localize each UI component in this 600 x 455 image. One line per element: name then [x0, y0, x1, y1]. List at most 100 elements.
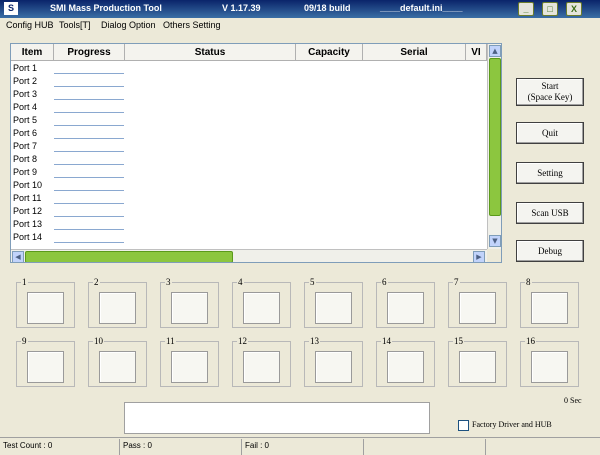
- scroll-left-icon[interactable]: ◀: [12, 251, 24, 262]
- progress-bar: [54, 219, 124, 230]
- port-name: Port 14: [13, 232, 43, 242]
- port-slot: 16: [520, 336, 579, 387]
- port-status-button[interactable]: [387, 351, 424, 383]
- app-icon: S: [4, 2, 18, 15]
- message-box: [124, 402, 430, 434]
- column-capacity[interactable]: Capacity: [296, 44, 363, 61]
- progress-bar: [54, 180, 124, 191]
- debug-button[interactable]: Debug: [516, 240, 584, 262]
- table-row[interactable]: Port 9: [11, 166, 491, 179]
- column-item[interactable]: Item: [11, 44, 54, 61]
- vertical-scrollbar[interactable]: ▲ ▼: [487, 44, 501, 249]
- port-status-button[interactable]: [387, 292, 424, 324]
- close-button[interactable]: X: [566, 2, 582, 16]
- port-slot: 2: [88, 277, 147, 328]
- port-status-button[interactable]: [171, 351, 208, 383]
- port-slot: 1: [16, 277, 75, 328]
- version-label: V 1.17.39: [222, 3, 261, 13]
- progress-bar: [54, 102, 124, 113]
- scroll-right-icon[interactable]: ▶: [473, 251, 485, 262]
- port-name: Port 9: [13, 167, 38, 177]
- progress-bar: [54, 154, 124, 165]
- status-cell-4: [364, 439, 486, 455]
- port-name: Port 13: [13, 219, 43, 229]
- setting-button[interactable]: Setting: [516, 162, 584, 184]
- port-status-button[interactable]: [315, 351, 352, 383]
- table-row[interactable]: Port 5: [11, 114, 491, 127]
- port-number: 7: [453, 277, 460, 287]
- port-name: Port 11: [13, 193, 42, 203]
- table-row[interactable]: Port 2: [11, 75, 491, 88]
- port-name: Port 3: [13, 89, 38, 99]
- column-progress[interactable]: Progress: [54, 44, 125, 61]
- menu-tools[interactable]: Tools[T]: [59, 20, 91, 30]
- port-status-button[interactable]: [459, 292, 496, 324]
- table-row[interactable]: Port 6: [11, 127, 491, 140]
- scroll-down-icon[interactable]: ▼: [489, 235, 501, 247]
- port-status-button[interactable]: [27, 292, 64, 324]
- port-number: 6: [381, 277, 388, 287]
- progress-bar: [54, 76, 124, 87]
- progress-bar: [54, 141, 124, 152]
- scan-usb-button[interactable]: Scan USB: [516, 202, 584, 224]
- port-number: 1: [21, 277, 28, 287]
- column-vid[interactable]: VI: [466, 44, 487, 61]
- pass-count: Pass : 0: [120, 439, 242, 455]
- port-slot: 10: [88, 336, 147, 387]
- table-row[interactable]: Port 3: [11, 88, 491, 101]
- scroll-up-icon[interactable]: ▲: [489, 45, 501, 57]
- start-button[interactable]: Start (Space Key): [516, 78, 584, 106]
- port-number: 4: [237, 277, 244, 287]
- port-slot: 9: [16, 336, 75, 387]
- port-status-button[interactable]: [459, 351, 496, 383]
- minimize-button[interactable]: _: [518, 2, 534, 16]
- port-name: Port 1: [13, 63, 38, 73]
- window-title: SMI Mass Production Tool: [50, 3, 162, 13]
- port-slot: 3: [160, 277, 219, 328]
- port-status-button[interactable]: [531, 351, 568, 383]
- table-row[interactable]: Port 11: [11, 192, 491, 205]
- port-slot: 6: [376, 277, 435, 328]
- maximize-button[interactable]: □: [542, 2, 558, 16]
- port-status-button[interactable]: [171, 292, 208, 324]
- port-status-button[interactable]: [243, 292, 280, 324]
- table-row[interactable]: Port 12: [11, 205, 491, 218]
- menu-others-setting[interactable]: Others Setting: [163, 20, 221, 30]
- port-slot: 14: [376, 336, 435, 387]
- quit-button[interactable]: Quit: [516, 122, 584, 144]
- table-row[interactable]: Port 7: [11, 140, 491, 153]
- port-status-button[interactable]: [243, 351, 280, 383]
- start-button-label: Start: [541, 81, 559, 91]
- factory-driver-checkbox[interactable]: [458, 420, 469, 431]
- table-row[interactable]: Port 14: [11, 231, 491, 244]
- title-bar[interactable]: S SMI Mass Production Tool V 1.17.39 09/…: [0, 0, 600, 18]
- port-name: Port 5: [13, 115, 38, 125]
- table-row[interactable]: Port 10: [11, 179, 491, 192]
- port-number: 15: [453, 336, 464, 346]
- vertical-scroll-thumb[interactable]: [489, 58, 501, 216]
- horizontal-scroll-thumb[interactable]: [25, 251, 233, 262]
- elapsed-time: 0 Sec: [564, 396, 582, 405]
- table-row[interactable]: Port 13: [11, 218, 491, 231]
- port-number: 16: [525, 336, 536, 346]
- port-status-button[interactable]: [27, 351, 64, 383]
- menu-dialog-option[interactable]: Dialog Option: [101, 20, 156, 30]
- menu-config-hub[interactable]: Config HUB: [6, 20, 54, 30]
- port-status-button[interactable]: [99, 292, 136, 324]
- port-status-button[interactable]: [315, 292, 352, 324]
- progress-bar: [54, 167, 124, 178]
- table-row[interactable]: Port 1: [11, 62, 491, 75]
- horizontal-scrollbar[interactable]: ◀ ▶: [11, 249, 487, 262]
- table-row[interactable]: Port 4: [11, 101, 491, 114]
- scroll-corner: [487, 249, 501, 262]
- port-number: 5: [309, 277, 316, 287]
- port-status-button[interactable]: [531, 292, 568, 324]
- column-serial[interactable]: Serial: [363, 44, 466, 61]
- table-row[interactable]: Port 8: [11, 153, 491, 166]
- port-status-button[interactable]: [99, 351, 136, 383]
- port-list[interactable]: Item Progress Status Capacity Serial VI …: [10, 43, 502, 263]
- column-status[interactable]: Status: [125, 44, 296, 61]
- port-number: 9: [21, 336, 28, 346]
- port-slot: 13: [304, 336, 363, 387]
- port-slot: 11: [160, 336, 219, 387]
